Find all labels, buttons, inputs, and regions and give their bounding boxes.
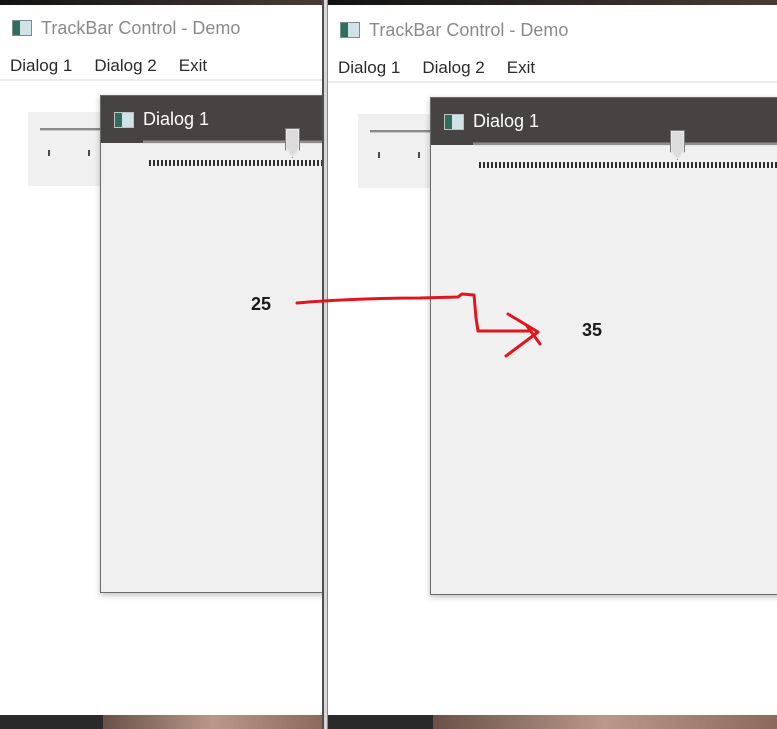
taskbar-strip — [328, 715, 777, 729]
trackbar-slider[interactable] — [473, 130, 777, 192]
trackbar-ticks — [149, 160, 322, 166]
background-tick — [418, 152, 420, 158]
window-edge — [0, 0, 322, 5]
dialog-1-window: Dialog 1 35 — [430, 97, 777, 595]
trackbar-value-label: 25 — [251, 294, 272, 314]
dialog-title: Dialog 1 — [473, 111, 540, 131]
trackbar-thumb[interactable] — [670, 130, 685, 160]
window-title: TrackBar Control - Demo — [41, 17, 241, 38]
trackbar-slider[interactable] — [143, 128, 322, 190]
trackbar-thumb[interactable] — [285, 128, 300, 158]
right-screenshot: TrackBar Control - Demo Dialog 1 Dialog … — [328, 0, 777, 729]
main-window-titlebar: TrackBar Control - Demo — [0, 8, 322, 48]
main-window-titlebar: TrackBar Control - Demo — [328, 10, 777, 50]
dialog-1-window: Dialog 1 25 — [100, 95, 322, 593]
dialog-titlebar: Dialog 1 — [431, 98, 777, 145]
app-window-icon — [444, 113, 464, 130]
menu-bar: Dialog 1 Dialog 2 Exit — [328, 55, 777, 83]
dialog-title: Dialog 1 — [143, 109, 210, 129]
trackbar-ticks — [479, 162, 777, 168]
app-window-icon — [12, 20, 32, 36]
background-tick — [88, 150, 90, 156]
app-window-icon — [340, 22, 360, 38]
left-screenshot: TrackBar Control - Demo Dialog 1 Dialog … — [0, 0, 322, 729]
menu-item-dialog-1[interactable]: Dialog 1 — [10, 56, 72, 76]
app-window-icon — [114, 111, 134, 128]
trackbar-value-label: 35 — [582, 320, 603, 340]
menu-item-dialog-2[interactable]: Dialog 2 — [422, 58, 484, 78]
window-edge — [328, 0, 777, 5]
menu-item-dialog-1[interactable]: Dialog 1 — [338, 58, 400, 78]
menu-item-dialog-2[interactable]: Dialog 2 — [94, 56, 156, 76]
menu-item-exit[interactable]: Exit — [179, 56, 207, 76]
trackbar-track[interactable] — [473, 142, 777, 146]
background-tick — [48, 150, 50, 156]
window-title: TrackBar Control - Demo — [369, 19, 569, 40]
background-tick — [378, 152, 380, 158]
menu-item-exit[interactable]: Exit — [507, 58, 535, 78]
menu-bar: Dialog 1 Dialog 2 Exit — [0, 53, 322, 81]
taskbar-strip — [0, 715, 322, 729]
